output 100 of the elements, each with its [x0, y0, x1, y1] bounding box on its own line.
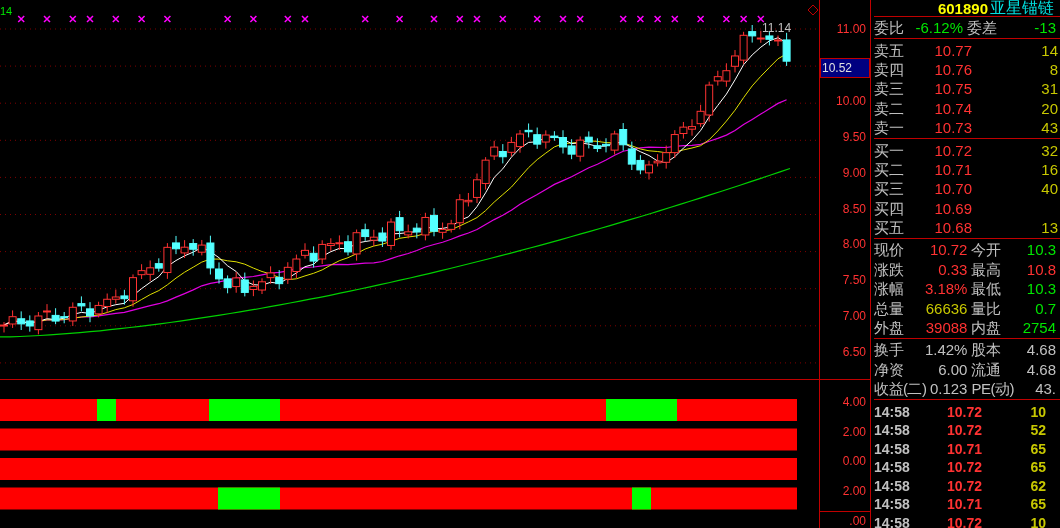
candlestick	[593, 137, 602, 153]
field-value: 0.33	[937, 261, 969, 277]
axis-label: 7.50	[842, 272, 867, 290]
field-label: 委比	[874, 20, 904, 36]
candlestick	[765, 30, 774, 46]
candlestick	[180, 239, 189, 259]
axis-label: 0.00	[842, 453, 867, 470]
field-value: 10.8	[1025, 261, 1057, 277]
trade-time: 14:58	[874, 423, 911, 438]
stock-code: 601890	[937, 0, 988, 16]
order-label: 卖四	[874, 61, 905, 77]
field-value: 10.3	[1025, 281, 1057, 297]
candlestick	[756, 30, 765, 44]
diamond-icon[interactable]	[807, 4, 818, 16]
trade-volume: 65	[1029, 460, 1046, 475]
trade-volume: 65	[1029, 441, 1046, 456]
axis-label: 6.50	[842, 344, 867, 362]
trade-time: 14:58	[874, 441, 911, 456]
candlestick	[232, 271, 241, 294]
candlestick	[17, 310, 26, 331]
field-label: 现价	[874, 242, 903, 258]
axis-label: .00	[849, 513, 867, 528]
field-label: 净资	[874, 361, 903, 377]
field-value: 3.18%	[923, 281, 969, 297]
field-label: PE(动)	[971, 381, 1014, 397]
field-value: 0.123	[928, 381, 969, 397]
order-label: 卖一	[874, 120, 905, 136]
order-price: 10.76	[933, 61, 972, 77]
candlestick	[249, 279, 258, 297]
candlestick	[266, 265, 275, 285]
order-price: 10.70	[933, 181, 972, 197]
field-value: 0.7	[1034, 300, 1057, 316]
price-label: 14	[0, 4, 13, 19]
field-value: 2754	[1021, 320, 1057, 336]
candlestick	[240, 272, 249, 297]
order-volume: 16	[1041, 161, 1059, 177]
axis-label: 8.50	[842, 200, 867, 218]
order-volume: 32	[1041, 142, 1059, 158]
order-label: 买四	[874, 200, 905, 216]
order-price: 10.69	[933, 200, 972, 216]
field-label: 涨跌	[874, 261, 903, 277]
candlestick	[51, 307, 60, 325]
field-label: 量比	[971, 300, 1001, 316]
order-price: 10.73	[933, 120, 972, 136]
candlestick	[507, 136, 516, 157]
field-value: 10.3	[1025, 242, 1057, 258]
candlestick	[335, 234, 344, 251]
field-value: 43.	[1034, 381, 1057, 397]
trade-price: 10.72	[945, 423, 982, 438]
axis-label: 9.50	[842, 128, 867, 146]
field-value: 1.42%	[923, 342, 969, 358]
order-volume: 40	[1041, 181, 1059, 197]
candlestick	[619, 122, 628, 152]
candlestick	[627, 141, 636, 171]
order-label: 买三	[874, 181, 905, 197]
trade-time: 14:58	[874, 515, 911, 528]
candlestick	[283, 261, 292, 285]
axis-label: 4.00	[842, 394, 867, 411]
trade-time: 14:58	[874, 478, 911, 493]
axis-label: 9.00	[842, 164, 867, 182]
field-label: 流通	[971, 361, 1001, 377]
field-value: 4.68	[1025, 361, 1057, 377]
order-volume: 43	[1041, 120, 1059, 136]
trade-time: 14:58	[874, 460, 911, 475]
candlestick	[94, 301, 103, 318]
candlestick	[189, 238, 198, 257]
candlestick	[111, 289, 120, 305]
order-volume: 14	[1041, 42, 1059, 58]
candlestick	[25, 314, 34, 333]
order-price: 10.74	[933, 100, 972, 116]
trade-price: 10.71	[945, 441, 982, 456]
high-price-label: 11.14	[762, 20, 792, 37]
order-label: 买五	[874, 220, 905, 236]
field-label: 委差	[967, 20, 997, 36]
field-label: 内盘	[971, 320, 1001, 336]
candlestick	[275, 269, 284, 290]
field-value: 4.68	[1025, 342, 1057, 358]
trade-volume: 10	[1029, 515, 1046, 528]
order-label: 卖三	[874, 81, 905, 97]
trade-volume: 10	[1029, 404, 1046, 419]
order-label: 卖二	[874, 100, 905, 116]
order-label: 卖五	[874, 42, 905, 58]
field-label: 外盘	[874, 320, 903, 336]
field-label: 最低	[971, 281, 1001, 297]
field-value: 39088	[924, 320, 969, 336]
candlestick	[223, 274, 232, 294]
trade-volume: 65	[1029, 497, 1046, 512]
axis-label: 7.00	[842, 308, 867, 326]
trade-price: 10.72	[945, 404, 982, 419]
candlestick	[567, 138, 576, 160]
stock-name: 亚星锚链	[990, 0, 1054, 16]
field-value: -6.12%	[914, 20, 964, 36]
trade-volume: 52	[1029, 423, 1046, 438]
axis-label: 11.00	[836, 21, 867, 38]
axis-label: 2.00	[842, 423, 867, 441]
candlestick	[636, 154, 645, 175]
field-value: 10.72	[928, 242, 969, 258]
field-label: 换手	[874, 342, 903, 358]
field-value: 6.00	[937, 361, 969, 377]
candlestick	[103, 293, 112, 314]
